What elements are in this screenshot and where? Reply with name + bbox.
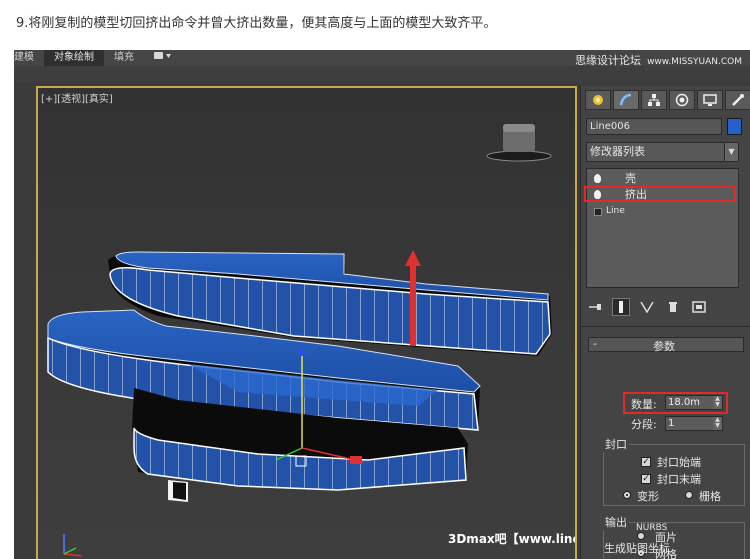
capping-title: 封口 [603, 436, 629, 452]
modifier-list-dropdown[interactable]: 修改器列表 ▼ [586, 142, 739, 162]
ribbon-subbar [14, 66, 750, 82]
cap-start-label: 封口始端 [657, 456, 701, 469]
nurbs-label: NURBS [636, 523, 668, 533]
remove-modifier-icon[interactable] [664, 298, 682, 316]
modify-icon[interactable] [613, 90, 639, 110]
command-panel-tabs [585, 90, 750, 110]
view-cube-icon[interactable] [486, 124, 552, 162]
make-unique-icon[interactable] [638, 298, 656, 316]
ribbon-tab-object-paint[interactable]: 对象绘制 [44, 50, 104, 66]
cap-end-checkbox[interactable]: ✓ [641, 474, 651, 484]
stack-toolbar [586, 296, 744, 318]
watermark-brand: 思缘设计论坛 [575, 54, 642, 67]
axis-tripod-icon [63, 534, 83, 557]
grid-label: 栅格 [699, 490, 721, 503]
pin-stack-icon[interactable] [586, 298, 604, 316]
collapse-icon[interactable]: - [593, 337, 597, 350]
spinner-arrows-icon[interactable]: ▲ ▼ [713, 417, 722, 430]
stack-item-line[interactable]: Line [587, 204, 738, 219]
command-panel: 修改器列表 ▼ 壳 挤出 Line [580, 86, 750, 559]
motion-icon[interactable] [669, 90, 695, 110]
display-icon[interactable] [697, 90, 723, 110]
gen-coords-label: 生成贴图坐标 [604, 542, 670, 555]
cap-end-label: 封口末端 [657, 473, 701, 486]
ribbon-tab-populate[interactable]: 填充 [104, 50, 144, 66]
perspective-viewport[interactable]: [+][透视][真实] 3Dmax吧【www.linec [36, 86, 577, 559]
ribbon-options-icon[interactable] [144, 50, 182, 66]
segments-spinner[interactable]: 1 ▲ ▼ [665, 416, 723, 431]
highlight-amount [623, 392, 728, 414]
watermark-top: 思缘设计论坛 www.MISSYUAN.COM [575, 52, 742, 68]
footer-watermark: 3Dmax吧【www.linecg.com/tieba/1771】 [448, 532, 577, 546]
max-window: 建模 对象绘制 填充 思缘设计论坛 www.MISSYUAN.COM [+][透视… [14, 50, 750, 559]
stack-item-shell[interactable]: 壳 [587, 171, 738, 186]
segments-label: 分段: [631, 418, 657, 431]
ribbon: 建模 对象绘制 填充 思缘设计论坛 www.MISSYUAN.COM [14, 50, 750, 82]
show-end-result-icon[interactable] [612, 298, 630, 316]
modifier-list-label: 修改器列表 [590, 145, 645, 158]
watermark-url: www.MISSYUAN.COM [647, 57, 742, 67]
configure-modifier-sets-icon[interactable] [690, 298, 708, 316]
stack-item-label: Line [606, 206, 625, 216]
expand-icon[interactable] [594, 208, 602, 216]
patch-radio[interactable] [637, 532, 645, 540]
caption: 9.将刚复制的模型切回挤出命令并曾大挤出数量，便其高度与上面的模型大致齐平。 [16, 16, 497, 31]
ribbon-tab-modeling[interactable]: 建模 [14, 50, 44, 66]
hierarchy-icon[interactable] [641, 90, 667, 110]
grid-radio[interactable] [685, 491, 693, 499]
morph-label: 变形 [637, 490, 659, 503]
morph-radio[interactable] [623, 491, 631, 499]
rollout-header[interactable]: - 参数 [588, 337, 744, 353]
highlight-extrude [584, 186, 736, 202]
create-icon[interactable] [585, 90, 611, 110]
utilities-icon[interactable] [725, 90, 750, 110]
output-title: 输出 [603, 514, 629, 530]
scene-3d [47, 124, 552, 557]
rollout-title: 参数 [653, 340, 675, 353]
segments-value[interactable]: 1 [668, 418, 674, 429]
object-color-swatch[interactable] [727, 118, 742, 135]
cap-start-checkbox[interactable]: ✓ [641, 457, 651, 467]
stack-item-label: 壳 [625, 172, 636, 185]
lightbulb-icon[interactable] [594, 174, 601, 183]
ribbon-tabs: 建模 对象绘制 填充 [14, 50, 182, 66]
object-name-field[interactable] [586, 118, 722, 135]
chevron-down-icon[interactable]: ▼ [724, 143, 738, 161]
